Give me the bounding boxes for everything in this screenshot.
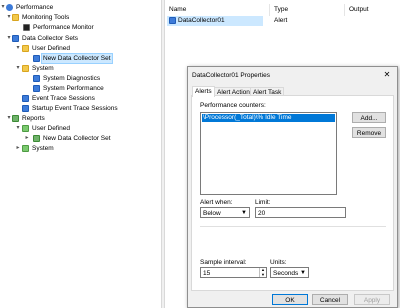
tree-label: Event Trace Sessions [32,95,95,102]
counters-listbox[interactable]: \Processor(_Total)\% Idle Time [200,112,337,195]
folder-icon [22,125,29,132]
units-value: Seconds [273,270,299,277]
collapse-arrow-icon[interactable]: ▾ [15,124,21,133]
data-collector-icon [33,55,40,62]
remove-button[interactable]: Remove [352,127,386,138]
add-button[interactable]: Add... [352,112,386,123]
expand-arrow-icon[interactable]: ▸ [24,134,30,143]
units-label: Units: [270,259,287,266]
tree-node-performance[interactable]: ▾ Performance [0,3,160,12]
tree-label: System Performance [43,85,104,92]
tree-label: System [32,65,54,72]
tree-node-data-collector-sets[interactable]: ▾ Data Collector Sets [0,34,160,43]
spinner-arrows-icon[interactable]: ▲ ▼ [259,267,266,277]
limit-label: Limit: [255,199,271,206]
collapse-arrow-icon[interactable]: ▾ [15,44,21,53]
data-collector-icon [12,35,19,42]
tree-node-reports-new-data-collector-set[interactable]: ▸ New Data Collector Set [0,134,160,143]
alert-when-label: Alert when: [200,199,233,206]
tree-label: User Defined [32,125,70,132]
tree-node-monitoring-tools[interactable]: ▾ Monitoring Tools [0,13,160,22]
data-collector-icon [33,75,40,82]
alert-icon [169,17,176,24]
collapse-arrow-icon[interactable]: ▾ [15,64,21,73]
tree-label: User Defined [32,45,70,52]
tree-node-startup-event-trace-sessions[interactable]: Startup Event Trace Sessions [0,104,160,113]
tree-label: New Data Collector Set [43,135,111,142]
row-name: DataCollector01 [178,17,225,24]
close-icon[interactable]: ✕ [381,69,393,81]
tree-node-system-diagnostics[interactable]: System Diagnostics [0,74,160,83]
counter-item[interactable]: \Processor(_Total)\% Idle Time [202,114,335,122]
navigation-tree: ▾ Performance ▾ Monitoring Tools Perform… [0,0,161,308]
tree-label: Performance Monitor [33,24,94,31]
tree-label: Reports [22,115,45,122]
column-header-type[interactable]: Type [270,4,345,16]
tree-node-reports-user-defined[interactable]: ▾ User Defined [0,124,160,133]
tree-node-new-data-collector-set[interactable]: New Data Collector Set [0,53,160,64]
tab-panel-alerts: Performance counters: \Processor(_Total)… [191,95,394,291]
data-collector-icon [22,95,29,102]
column-header-output[interactable]: Output [345,4,400,16]
tree-node-event-trace-sessions[interactable]: Event Trace Sessions [0,94,160,103]
apply-button: Apply [354,294,390,305]
limit-value: 20 [258,210,266,217]
sample-interval-input[interactable]: 15 ▲ ▼ [200,267,267,278]
folder-icon [12,14,19,21]
folder-icon [22,145,29,152]
report-icon [33,135,40,142]
sample-interval-label: Sample interval: [200,259,247,266]
tab-alerts[interactable]: Alerts [192,86,215,97]
row-type: Alert [274,17,288,24]
monitor-icon [23,24,30,31]
tree-label: New Data Collector Set [41,53,113,64]
tree-label: System [32,145,54,152]
separator [200,226,386,227]
expand-arrow-icon[interactable]: ▸ [15,144,21,153]
counters-label: Performance counters: [200,102,266,109]
tree-label: Startup Event Trace Sessions [32,105,118,112]
alert-when-select[interactable]: Below ▼ [200,207,250,218]
folder-icon [22,65,29,72]
tree-node-reports-system[interactable]: ▸ System [0,144,160,153]
chevron-down-icon: ▼ [241,210,247,216]
ok-button[interactable]: OK [272,294,308,305]
tree-node-system[interactable]: ▾ System [0,64,160,73]
dialog-title: DataCollector01 Properties [192,72,271,79]
tree-label: Performance [16,4,54,11]
alert-when-value: Below [203,210,221,217]
properties-dialog: DataCollector01 Properties ✕ Alerts Aler… [187,66,398,308]
tree-node-user-defined[interactable]: ▾ User Defined [0,44,160,53]
data-collector-icon [22,105,29,112]
tree-node-performance-monitor[interactable]: Performance Monitor [0,23,160,32]
folder-icon [22,45,29,52]
tree-node-reports[interactable]: ▾ Reports [0,114,160,123]
sample-interval-value: 15 [203,270,211,277]
tree-node-system-performance[interactable]: System Performance [0,84,160,93]
tree-label: System Diagnostics [43,75,101,82]
tree-label: Data Collector Sets [22,35,78,42]
column-header-name[interactable]: Name [165,4,270,16]
tree-label: Monitoring Tools [22,14,70,21]
report-icon [12,115,19,122]
limit-input[interactable]: 20 [255,207,346,218]
performance-icon [6,4,13,11]
units-select[interactable]: Seconds ▼ [270,267,309,278]
chevron-down-icon: ▼ [300,270,306,276]
data-collector-icon [33,85,40,92]
cancel-button[interactable]: Cancel [312,294,348,305]
